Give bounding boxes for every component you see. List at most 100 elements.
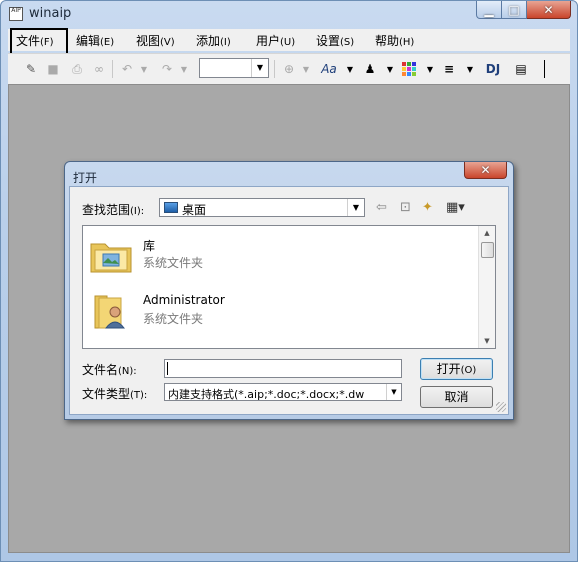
toolbar-separator <box>274 60 275 78</box>
menu-settings[interactable]: 设置(S) <box>316 32 354 49</box>
menu-insert[interactable]: 添加(I) <box>196 32 231 49</box>
edit-pen-button[interactable]: ✎ <box>22 60 40 78</box>
zoom-combo[interactable]: ▼ <box>199 58 269 78</box>
list-item[interactable]: Administrator 系统文件夹 <box>89 288 469 340</box>
file-list-scrollbar[interactable]: ▲ ▼ <box>478 226 495 348</box>
scroll-down-icon[interactable]: ▼ <box>479 334 495 348</box>
undo-button[interactable]: ↶ <box>118 60 136 78</box>
open-button[interactable]: 打开(O) <box>420 358 493 380</box>
font-style-button[interactable]: Aa <box>318 60 340 78</box>
file-name: Administrator <box>143 293 225 307</box>
maximize-icon: □ <box>508 2 520 17</box>
close-icon: ✕ <box>480 163 491 177</box>
chevron-down-icon: ▼ <box>346 64 354 74</box>
minimize-icon: ▁ <box>484 2 494 17</box>
file-type: 系统文件夹 <box>143 256 204 270</box>
line-width-dropdown[interactable]: ▼ <box>464 60 476 78</box>
line-width-button[interactable]: ≡ <box>440 60 458 78</box>
pen-icon: ✎ <box>25 62 37 76</box>
font-style-label: Aa <box>321 62 337 76</box>
app-icon[interactable]: AIP <box>9 7 23 21</box>
look-in-value: 桌面 <box>182 203 207 217</box>
look-in-label: 查找范围(I): <box>82 203 145 217</box>
back-arrow-icon: ⇦ <box>376 200 387 215</box>
new-folder-button[interactable]: ✦ <box>422 200 433 215</box>
filetype-select[interactable]: 内建支持格式(*.aip;*.doc;*.docx;*.dw ▼ <box>164 383 402 401</box>
minimize-button[interactable]: ▁ <box>476 1 502 19</box>
scroll-up-icon[interactable]: ▲ <box>479 226 495 240</box>
menu-user[interactable]: 用户(U) <box>256 32 295 49</box>
print-button[interactable]: ⎙ <box>68 60 86 78</box>
save-icon: ■ <box>47 62 59 76</box>
color-dropdown[interactable]: ▼ <box>424 60 436 78</box>
look-in-combo[interactable]: 桌面 ▼ <box>159 198 365 217</box>
chevron-down-icon: ▼ <box>180 64 188 74</box>
file-list[interactable]: 库 系统文件夹 Administrator 系统文件夹 ▲ ▼ <box>82 225 496 349</box>
dj-button[interactable]: DJ <box>482 60 504 78</box>
back-button[interactable]: ⇦ <box>376 200 387 215</box>
filename-input[interactable] <box>164 359 402 378</box>
zoom-dropdown[interactable]: ▼ <box>300 60 312 78</box>
title-bar[interactable]: AIP winaip ▁ □ ✕ <box>1 1 577 27</box>
close-icon: ✕ <box>543 2 554 17</box>
menu-view[interactable]: 视图(V) <box>136 32 175 49</box>
chevron-down-icon: ▼ <box>466 64 474 74</box>
filename-label: 文件名(N): <box>82 363 137 377</box>
scroll-thumb[interactable] <box>481 242 494 258</box>
open-file-dialog: 打开 ✕ 查找范围(I): 桌面 ▼ ⇦ ⊡ ✦ ▦▾ 库 系统文件夹 Admi… <box>64 161 514 420</box>
print-icon: ⎙ <box>72 61 82 76</box>
redo-icon: ↷ <box>161 62 173 76</box>
close-button[interactable]: ✕ <box>527 1 571 19</box>
save-button[interactable]: ■ <box>44 60 62 78</box>
redo-dropdown[interactable]: ▼ <box>178 60 190 78</box>
undo-dropdown[interactable]: ▼ <box>138 60 150 78</box>
document-button[interactable]: ▤ <box>512 60 530 78</box>
dj-label: DJ <box>485 62 501 76</box>
stamp-icon: ♟ <box>364 62 376 76</box>
view-menu-icon: ▦▾ <box>446 200 465 215</box>
toolbar-separator <box>544 60 545 78</box>
maximize-button[interactable]: □ <box>502 1 527 19</box>
dialog-close-button[interactable]: ✕ <box>464 162 507 179</box>
cancel-button[interactable]: 取消 <box>420 386 493 408</box>
library-folder-icon <box>90 243 132 273</box>
up-folder-icon: ⊡ <box>400 200 411 215</box>
user-folder-icon <box>94 295 126 329</box>
menu-help[interactable]: 帮助(H) <box>375 32 414 49</box>
view-menu-button[interactable]: ▦▾ <box>446 200 465 215</box>
window-title: winaip <box>29 6 72 21</box>
stamp-button[interactable]: ♟ <box>360 60 380 78</box>
chevron-down-icon: ▼ <box>302 64 310 74</box>
list-item[interactable]: 库 系统文件夹 <box>89 232 469 284</box>
zoom-in-button[interactable]: ⊕ <box>280 60 298 78</box>
filetype-value: 内建支持格式(*.aip;*.doc;*.docx;*.dw <box>168 388 365 401</box>
menu-edit[interactable]: 编辑(E) <box>76 32 114 49</box>
up-folder-button[interactable]: ⊡ <box>400 200 411 215</box>
file-type: 系统文件夹 <box>143 312 204 326</box>
filetype-label: 文件类型(T): <box>82 387 148 401</box>
chevron-down-icon: ▼ <box>140 64 148 74</box>
find-button[interactable]: ∞ <box>90 60 108 78</box>
color-grid-button[interactable] <box>400 60 418 78</box>
zoom-in-icon: ⊕ <box>283 62 295 76</box>
document-icon: ▤ <box>515 62 527 76</box>
toolbar-separator <box>112 60 113 78</box>
dialog-body: 查找范围(I): 桌面 ▼ ⇦ ⊡ ✦ ▦▾ 库 系统文件夹 Administr… <box>69 186 509 415</box>
color-grid-icon <box>402 62 416 76</box>
font-style-dropdown[interactable]: ▼ <box>344 60 356 78</box>
toolbar: ✎ ■ ⎙ ∞ ↶ ▼ ↷ ▼ ▼ ⊕ ▼ Aa ▼ ♟ ▼ ▼ ≡ ▼ DJ … <box>8 53 570 84</box>
stamp-dropdown[interactable]: ▼ <box>384 60 396 78</box>
desktop-icon <box>164 202 178 213</box>
redo-button[interactable]: ↷ <box>158 60 176 78</box>
resize-grip[interactable] <box>496 402 506 412</box>
chevron-down-icon[interactable]: ▼ <box>347 199 364 216</box>
chevron-down-icon[interactable]: ▼ <box>386 384 401 400</box>
new-folder-icon: ✦ <box>422 200 433 215</box>
chevron-down-icon[interactable]: ▼ <box>251 59 268 77</box>
line-width-icon: ≡ <box>443 62 455 76</box>
dialog-title: 打开 <box>73 171 98 185</box>
file-name: 库 <box>143 239 156 253</box>
binoculars-icon: ∞ <box>94 62 104 76</box>
undo-icon: ↶ <box>121 62 133 76</box>
chevron-down-icon: ▼ <box>426 64 434 74</box>
